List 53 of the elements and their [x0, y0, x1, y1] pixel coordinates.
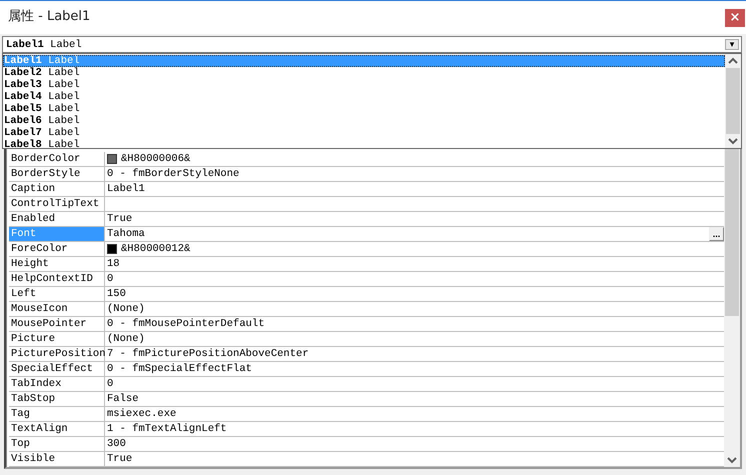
property-name[interactable]: Top: [9, 437, 105, 451]
property-value[interactable]: &H80000012&: [121, 242, 724, 256]
property-name[interactable]: Visible: [9, 452, 105, 466]
property-value[interactable]: (None): [107, 302, 724, 316]
property-value[interactable]: 18: [107, 257, 724, 271]
property-name[interactable]: Tag: [9, 407, 105, 421]
close-button[interactable]: ×: [725, 9, 745, 27]
object-combo-box[interactable]: Label1 Label ▾: [2, 36, 742, 53]
property-name[interactable]: Height: [9, 257, 105, 271]
window-title: 属性 - Label1: [8, 8, 90, 25]
property-value[interactable]: True: [107, 452, 724, 466]
property-value[interactable]: False: [107, 392, 724, 406]
dropdown-item[interactable]: Label3 Label: [3, 79, 725, 91]
dropdown-item[interactable]: Label5 Label: [3, 103, 725, 115]
property-value[interactable]: Tahoma: [107, 227, 705, 241]
property-value[interactable]: 0 - fmBorderStyleNone: [107, 167, 724, 181]
property-value[interactable]: 150: [107, 287, 724, 301]
property-name[interactable]: TabIndex: [9, 377, 105, 391]
property-value[interactable]: 1 - fmTextAlignLeft: [107, 422, 724, 436]
dropdown-item[interactable]: Label2 Label: [3, 67, 725, 79]
property-value[interactable]: 300: [107, 437, 724, 451]
property-value[interactable]: (None): [107, 332, 724, 346]
property-name[interactable]: TextAlign: [9, 422, 105, 436]
dropdown-item[interactable]: Label4 Label: [3, 91, 725, 103]
property-value[interactable]: 0 - fmSpecialEffectFlat: [107, 362, 724, 376]
property-name[interactable]: BorderColor: [9, 152, 105, 166]
dropdown-item[interactable]: Label6 Label: [3, 115, 725, 127]
scrollbar-thumb[interactable]: [726, 68, 740, 134]
dropdown-arrow-button[interactable]: ▾: [725, 39, 739, 50]
property-name[interactable]: MouseIcon: [9, 302, 105, 316]
property-value[interactable]: 0: [107, 377, 724, 391]
property-value[interactable]: &H80000006&: [121, 152, 724, 166]
property-value[interactable]: msiexec.exe: [107, 407, 724, 421]
property-name[interactable]: PicturePosition: [9, 347, 105, 361]
property-name[interactable]: ControlTipText: [9, 197, 105, 211]
property-name[interactable]: ForeColor: [9, 242, 105, 256]
dropdown-item[interactable]: Label7 Label: [3, 127, 725, 139]
property-name[interactable]: Picture: [9, 332, 105, 346]
property-value[interactable]: True: [107, 212, 724, 226]
property-name[interactable]: TabStop: [9, 392, 105, 406]
ellipsis-button[interactable]: ...: [709, 227, 724, 241]
property-value[interactable]: 7 - fmPicturePositionAboveCenter: [107, 347, 724, 361]
property-name[interactable]: MousePointer: [9, 317, 105, 331]
property-name[interactable]: HelpContextID: [9, 272, 105, 286]
property-name[interactable]: SpecialEffect: [9, 362, 105, 376]
property-value[interactable]: 0: [107, 272, 724, 286]
property-name[interactable]: Left: [9, 287, 105, 301]
property-value[interactable]: 0 - fmMousePointerDefault: [107, 317, 724, 331]
property-value[interactable]: Label1: [107, 182, 724, 196]
property-name[interactable]: Enabled: [9, 212, 105, 226]
dropdown-item[interactable]: Label8 Label: [3, 139, 725, 151]
property-name[interactable]: Caption: [9, 182, 105, 196]
property-name[interactable]: BorderStyle: [9, 167, 105, 181]
